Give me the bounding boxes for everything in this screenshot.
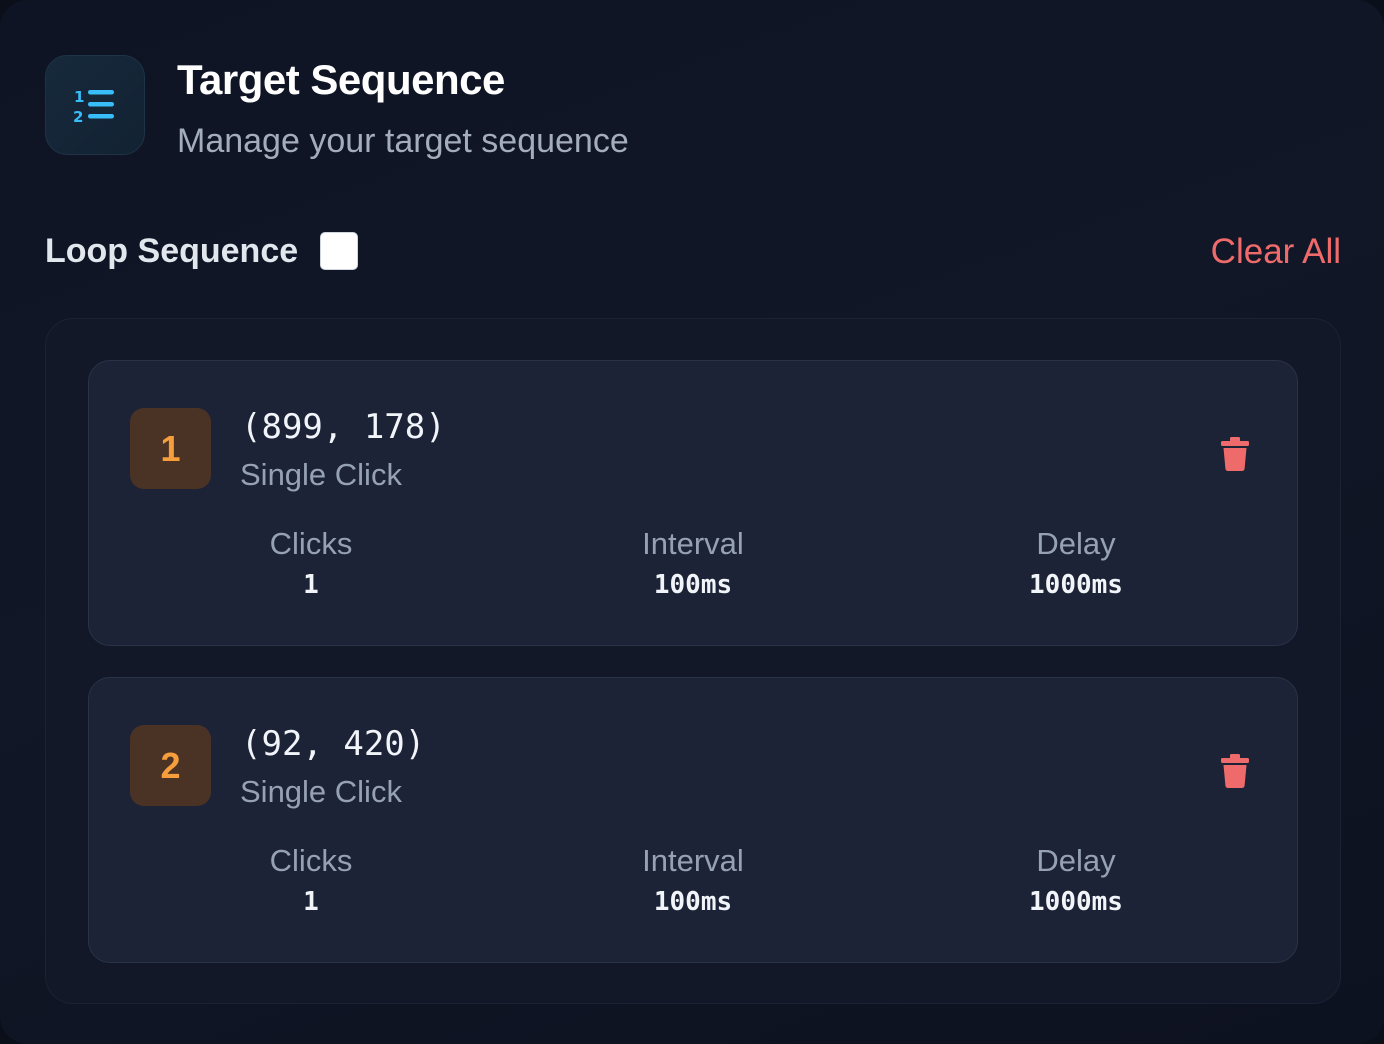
interval-value: 100ms	[653, 570, 733, 600]
sequence-list: 1 (899, 178) Single Click Clicks 1 Inter…	[45, 318, 1341, 1004]
click-type-label: Single Click	[240, 774, 402, 809]
interval-label: Interval	[642, 843, 744, 878]
svg-text:2: 2	[73, 108, 83, 125]
trash-icon	[1221, 754, 1249, 788]
page-title: Target Sequence	[177, 56, 505, 103]
target-sequence-panel: 1 2 Target Sequence Manage your target s…	[0, 0, 1384, 1044]
target-coordinates: (899, 178)	[241, 407, 446, 447]
delay-value: 1000ms	[1029, 570, 1123, 600]
numbered-list-icon: 1 2	[45, 55, 145, 155]
interval-stat: Interval 100ms	[573, 526, 813, 600]
loop-sequence-label: Loop Sequence	[45, 232, 299, 270]
sequence-item: 2 (92, 420) Single Click Clicks 1 Interv…	[88, 677, 1298, 963]
step-number-badge: 2	[130, 725, 211, 806]
target-coordinates: (92, 420)	[241, 724, 426, 764]
delay-value: 1000ms	[1029, 887, 1123, 917]
clicks-label: Clicks	[269, 526, 353, 561]
interval-label: Interval	[642, 526, 744, 561]
clicks-value: 1	[303, 887, 319, 917]
delete-step-button[interactable]	[1215, 434, 1255, 474]
click-type-label: Single Click	[240, 457, 402, 492]
interval-value: 100ms	[653, 887, 733, 917]
sequence-item: 1 (899, 178) Single Click Clicks 1 Inter…	[88, 360, 1298, 646]
interval-stat: Interval 100ms	[573, 843, 813, 917]
page-subtitle: Manage your target sequence	[177, 122, 629, 160]
svg-text:1: 1	[74, 88, 84, 106]
delay-stat: Delay 1000ms	[956, 526, 1196, 600]
delay-label: Delay	[1036, 526, 1116, 561]
clear-all-button[interactable]: Clear All	[1211, 232, 1341, 272]
delay-label: Delay	[1036, 843, 1116, 878]
clicks-value: 1	[303, 570, 319, 600]
delete-step-button[interactable]	[1215, 751, 1255, 791]
clicks-stat: Clicks 1	[191, 843, 431, 917]
step-number-badge: 1	[130, 408, 211, 489]
clicks-stat: Clicks 1	[191, 526, 431, 600]
delay-stat: Delay 1000ms	[956, 843, 1196, 917]
trash-icon	[1221, 437, 1249, 471]
clicks-label: Clicks	[269, 843, 353, 878]
loop-sequence-checkbox[interactable]	[320, 232, 358, 270]
